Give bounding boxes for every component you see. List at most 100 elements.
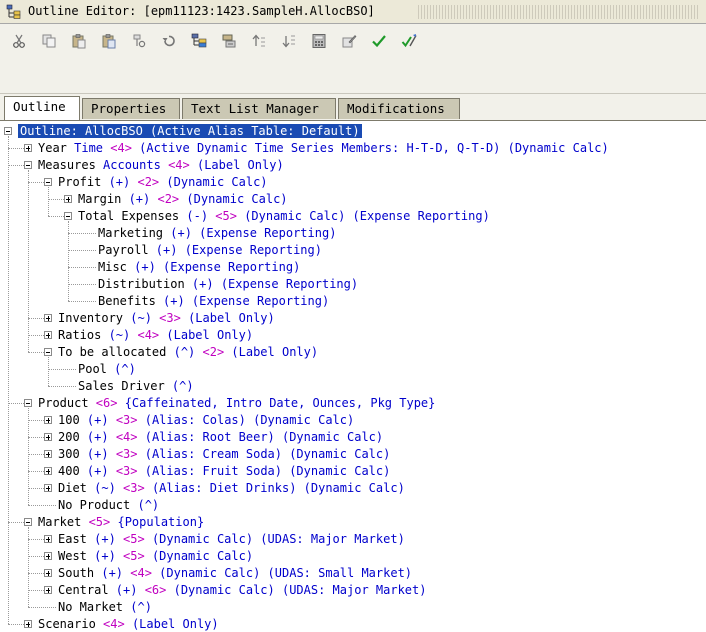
expand-icon[interactable]: [44, 569, 52, 577]
tree-row[interactable]: West (+) <5> (Dynamic Calc): [58, 548, 253, 565]
tab-outline[interactable]: Outline: [4, 96, 80, 120]
child-count: <2>: [157, 192, 187, 206]
tree-connector: [28, 471, 44, 472]
tree-row[interactable]: Profit (+) <2> (Dynamic Calc): [58, 174, 268, 191]
tree-connector: [28, 420, 44, 421]
child-count: <3>: [159, 311, 189, 325]
tree-row[interactable]: Market <5> {Population}: [38, 514, 204, 531]
collapse-icon[interactable]: [44, 348, 52, 356]
tree-row[interactable]: No Product (^): [58, 497, 159, 514]
tree-connector: [28, 607, 56, 608]
tree-row[interactable]: East (+) <5> (Dynamic Calc) (UDAS: Major…: [58, 531, 405, 548]
member-info: (Label Only): [188, 311, 275, 325]
paste-icon[interactable]: [70, 32, 88, 50]
tree-row[interactable]: Distribution (+) (Expense Reporting): [98, 276, 358, 293]
expand-icon[interactable]: [44, 586, 52, 594]
collapse-icon[interactable]: [24, 518, 32, 526]
expand-icon[interactable]: [44, 416, 52, 424]
tree-connector: [68, 267, 96, 268]
member-name: 300: [58, 447, 87, 461]
expand-icon[interactable]: [44, 331, 52, 339]
child-count: <3>: [115, 464, 145, 478]
collapse-icon[interactable]: [24, 399, 32, 407]
expand-icon[interactable]: [44, 552, 52, 560]
member-name: Ratios: [58, 328, 109, 342]
verify-save-icon[interactable]: [400, 32, 418, 50]
tree-row[interactable]: Total Expenses (-) <5> (Dynamic Calc) (E…: [78, 208, 490, 225]
tree-row[interactable]: Measures Accounts <4> (Label Only): [38, 157, 284, 174]
move-up-icon[interactable]: [250, 32, 268, 50]
member-name: Benefits: [98, 294, 164, 308]
tree-connector: [48, 357, 49, 386]
tree-row[interactable]: Pool (^): [78, 361, 136, 378]
tree-row[interactable]: 200 (+) <4> (Alias: Root Beer) (Dynamic …: [58, 429, 383, 446]
tree-connector: [8, 148, 24, 149]
member-info: (Label Only): [166, 328, 254, 342]
tree-row[interactable]: 300 (+) <3> (Alias: Cream Soda) (Dynamic…: [58, 446, 390, 463]
undo-icon[interactable]: [160, 32, 178, 50]
tree-row[interactable]: Sales Driver (^): [78, 378, 194, 395]
tree-row[interactable]: 400 (+) <3> (Alias: Fruit Soda) (Dynamic…: [58, 463, 390, 480]
tree-row[interactable]: Payroll (+) (Expense Reporting): [98, 242, 322, 259]
tree-row[interactable]: Diet (~) <3> (Alias: Diet Drinks) (Dynam…: [58, 480, 405, 497]
member-name: West: [58, 549, 95, 563]
member-info: (Alias: Root Beer) (Dynamic Calc): [144, 430, 384, 444]
add-child-icon[interactable]: [190, 32, 208, 50]
member-info: (Dynamic Calc): [166, 175, 268, 189]
tree-connector: [28, 556, 44, 557]
member-name: 100: [58, 413, 87, 427]
tree-row[interactable]: Outline: AllocBSO (Active Alias Table: D…: [18, 123, 362, 140]
tree-row[interactable]: Misc (+) (Expense Reporting): [98, 259, 300, 276]
tree-row[interactable]: Scenario <4> (Label Only): [38, 616, 219, 632]
tree-row[interactable]: South (+) <4> (Dynamic Calc) (UDAS: Smal…: [58, 565, 412, 582]
collapse-icon[interactable]: [4, 127, 12, 135]
tree-connector: [28, 182, 44, 183]
tree-row[interactable]: 100 (+) <3> (Alias: Colas) (Dynamic Calc…: [58, 412, 354, 429]
member-name: No Market: [58, 600, 131, 614]
edit-properties-icon[interactable]: [340, 32, 358, 50]
find-icon[interactable]: [130, 32, 148, 50]
calculator-icon[interactable]: [310, 32, 328, 50]
window-title: Outline Editor: [epm11123:1423.SampleH.A…: [28, 4, 375, 18]
tree-row[interactable]: Benefits (+) (Expense Reporting): [98, 293, 329, 310]
expand-icon[interactable]: [24, 144, 32, 152]
verify-check-icon[interactable]: [370, 32, 388, 50]
member-info: (+) (Expense Reporting): [170, 226, 337, 240]
paste-special-icon[interactable]: [100, 32, 118, 50]
tree-row[interactable]: Ratios (~) <4> (Label Only): [58, 327, 253, 344]
collapse-icon[interactable]: [44, 178, 52, 186]
member-name: Central: [58, 583, 116, 597]
tab-text-list-manager[interactable]: Text List Manager: [182, 98, 336, 119]
tree-row[interactable]: To be allocated (^) <2> (Label Only): [58, 344, 318, 361]
expand-icon[interactable]: [44, 450, 52, 458]
tree-row[interactable]: Marketing (+) (Expense Reporting): [98, 225, 336, 242]
tree-connector: [28, 527, 29, 607]
move-down-icon[interactable]: [280, 32, 298, 50]
outline-tree: Outline: AllocBSO (Active Alias Table: D…: [0, 121, 706, 632]
expand-icon[interactable]: [44, 484, 52, 492]
tree-row[interactable]: Margin (+) <2> (Dynamic Calc): [78, 191, 288, 208]
member-name: Product: [38, 396, 96, 410]
add-sibling-icon[interactable]: [220, 32, 238, 50]
expand-icon[interactable]: [44, 535, 52, 543]
member-name: Inventory: [58, 311, 131, 325]
tab-properties[interactable]: Properties: [82, 98, 180, 119]
expand-icon[interactable]: [44, 467, 52, 475]
collapse-icon[interactable]: [24, 161, 32, 169]
expand-icon[interactable]: [44, 314, 52, 322]
cut-icon[interactable]: [10, 32, 28, 50]
expand-icon[interactable]: [44, 433, 52, 441]
tree-connector: [28, 573, 44, 574]
expand-icon[interactable]: [24, 620, 32, 628]
copy-icon[interactable]: [40, 32, 58, 50]
collapse-icon[interactable]: [64, 212, 72, 220]
tree-row[interactable]: Central (+) <6> (Dynamic Calc) (UDAS: Ma…: [58, 582, 426, 599]
tree-row[interactable]: Inventory (~) <3> (Label Only): [58, 310, 275, 327]
tree-row[interactable]: Product <6> {Caffeinated, Intro Date, Ou…: [38, 395, 435, 412]
member-name: Payroll: [98, 243, 156, 257]
child-count: <4>: [137, 328, 167, 342]
expand-icon[interactable]: [64, 195, 72, 203]
tree-row[interactable]: No Market (^): [58, 599, 152, 616]
tab-modifications[interactable]: Modifications: [338, 98, 460, 119]
tree-row[interactable]: Year Time <4> (Active Dynamic Time Serie…: [38, 140, 609, 157]
